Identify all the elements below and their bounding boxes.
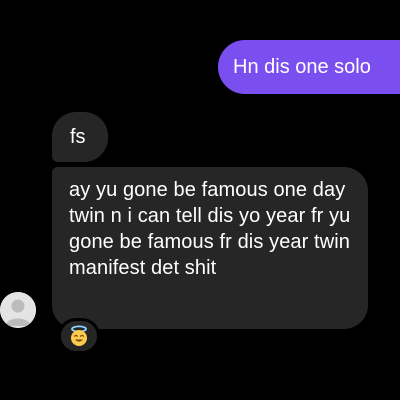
avatar[interactable]: [0, 292, 36, 328]
smiling-face-with-halo-emoji: [71, 325, 87, 346]
received-message-bubble[interactable]: fs: [52, 112, 108, 162]
sent-message-bubble[interactable]: Hn dis one solo: [218, 40, 400, 94]
received-message-bubble[interactable]: ay yu gone be famous one day twin n i ca…: [52, 167, 368, 329]
message-reaction[interactable]: [58, 318, 100, 354]
default-profile-icon: [0, 292, 36, 328]
